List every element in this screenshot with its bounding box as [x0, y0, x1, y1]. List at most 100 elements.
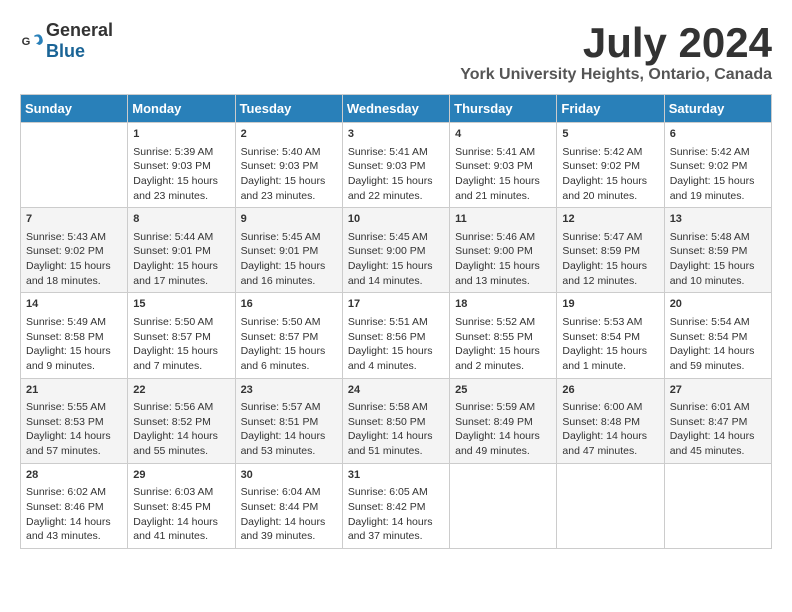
day-number: 30: [241, 468, 337, 483]
cell-content: Daylight: 14 hours: [26, 515, 122, 530]
cell-content: Sunset: 8:42 PM: [348, 500, 444, 515]
cell-content: Sunrise: 6:04 AM: [241, 485, 337, 500]
cell-content: Sunset: 9:03 PM: [133, 159, 229, 174]
cell-content: Sunset: 8:50 PM: [348, 415, 444, 430]
cell-content: Sunset: 9:02 PM: [562, 159, 658, 174]
calendar-cell: 5Sunrise: 5:42 AMSunset: 9:02 PMDaylight…: [557, 123, 664, 208]
cell-content: Daylight: 15 hours: [670, 174, 766, 189]
cell-content: Sunrise: 6:00 AM: [562, 400, 658, 415]
day-number: 16: [241, 297, 337, 312]
calendar-week-3: 14Sunrise: 5:49 AMSunset: 8:58 PMDayligh…: [21, 293, 772, 378]
location-title: York University Heights, Ontario, Canada: [460, 66, 772, 84]
cell-content: and 53 minutes.: [241, 444, 337, 459]
cell-content: Sunset: 9:03 PM: [348, 159, 444, 174]
cell-content: Sunrise: 5:42 AM: [562, 145, 658, 160]
calendar-cell: 13Sunrise: 5:48 AMSunset: 8:59 PMDayligh…: [664, 208, 771, 293]
cell-content: Sunrise: 6:03 AM: [133, 485, 229, 500]
calendar-cell: 2Sunrise: 5:40 AMSunset: 9:03 PMDaylight…: [235, 123, 342, 208]
cell-content: Sunset: 9:03 PM: [455, 159, 551, 174]
cell-content: Sunrise: 5:45 AM: [348, 230, 444, 245]
cell-content: and 17 minutes.: [133, 274, 229, 289]
cell-content: and 6 minutes.: [241, 359, 337, 374]
day-number: 1: [133, 127, 229, 142]
day-number: 10: [348, 212, 444, 227]
calendar-cell: 28Sunrise: 6:02 AMSunset: 8:46 PMDayligh…: [21, 463, 128, 548]
cell-content: Daylight: 15 hours: [562, 174, 658, 189]
cell-content: Sunrise: 5:50 AM: [241, 315, 337, 330]
calendar-cell: 15Sunrise: 5:50 AMSunset: 8:57 PMDayligh…: [128, 293, 235, 378]
day-header-saturday: Saturday: [664, 95, 771, 123]
cell-content: Sunset: 8:52 PM: [133, 415, 229, 430]
cell-content: Sunrise: 6:02 AM: [26, 485, 122, 500]
cell-content: Daylight: 15 hours: [455, 174, 551, 189]
cell-content: and 57 minutes.: [26, 444, 122, 459]
day-number: 26: [562, 383, 658, 398]
cell-content: Sunrise: 5:40 AM: [241, 145, 337, 160]
cell-content: Sunset: 8:56 PM: [348, 330, 444, 345]
calendar-cell: 1Sunrise: 5:39 AMSunset: 9:03 PMDaylight…: [128, 123, 235, 208]
cell-content: and 23 minutes.: [133, 189, 229, 204]
cell-content: and 2 minutes.: [455, 359, 551, 374]
calendar-week-1: 1Sunrise: 5:39 AMSunset: 9:03 PMDaylight…: [21, 123, 772, 208]
calendar-cell: 24Sunrise: 5:58 AMSunset: 8:50 PMDayligh…: [342, 378, 449, 463]
calendar-cell: 18Sunrise: 5:52 AMSunset: 8:55 PMDayligh…: [450, 293, 557, 378]
cell-content: Sunset: 8:53 PM: [26, 415, 122, 430]
cell-content: Daylight: 15 hours: [348, 344, 444, 359]
calendar-cell: 29Sunrise: 6:03 AMSunset: 8:45 PMDayligh…: [128, 463, 235, 548]
calendar-cell: 11Sunrise: 5:46 AMSunset: 9:00 PMDayligh…: [450, 208, 557, 293]
cell-content: and 21 minutes.: [455, 189, 551, 204]
cell-content: and 16 minutes.: [241, 274, 337, 289]
day-number: 27: [670, 383, 766, 398]
cell-content: Sunrise: 5:59 AM: [455, 400, 551, 415]
cell-content: Sunset: 8:57 PM: [133, 330, 229, 345]
cell-content: Sunset: 8:57 PM: [241, 330, 337, 345]
cell-content: Sunset: 9:03 PM: [241, 159, 337, 174]
day-number: 25: [455, 383, 551, 398]
cell-content: Daylight: 14 hours: [670, 429, 766, 444]
cell-content: and 9 minutes.: [26, 359, 122, 374]
day-header-wednesday: Wednesday: [342, 95, 449, 123]
day-number: 24: [348, 383, 444, 398]
cell-content: Sunrise: 5:42 AM: [670, 145, 766, 160]
cell-content: Daylight: 14 hours: [562, 429, 658, 444]
cell-content: and 22 minutes.: [348, 189, 444, 204]
calendar-cell: 9Sunrise: 5:45 AMSunset: 9:01 PMDaylight…: [235, 208, 342, 293]
cell-content: Daylight: 15 hours: [455, 344, 551, 359]
logo-general: General: [46, 20, 113, 40]
cell-content: and 23 minutes.: [241, 189, 337, 204]
cell-content: Daylight: 14 hours: [455, 429, 551, 444]
calendar-cell: 27Sunrise: 6:01 AMSunset: 8:47 PMDayligh…: [664, 378, 771, 463]
cell-content: and 51 minutes.: [348, 444, 444, 459]
calendar-header-row: SundayMondayTuesdayWednesdayThursdayFrid…: [21, 95, 772, 123]
calendar-cell: 4Sunrise: 5:41 AMSunset: 9:03 PMDaylight…: [450, 123, 557, 208]
day-header-tuesday: Tuesday: [235, 95, 342, 123]
cell-content: Daylight: 15 hours: [348, 174, 444, 189]
cell-content: and 7 minutes.: [133, 359, 229, 374]
cell-content: Sunset: 8:55 PM: [455, 330, 551, 345]
cell-content: Sunset: 8:54 PM: [670, 330, 766, 345]
day-number: 15: [133, 297, 229, 312]
cell-content: Sunset: 8:45 PM: [133, 500, 229, 515]
cell-content: Sunset: 9:00 PM: [348, 244, 444, 259]
cell-content: and 39 minutes.: [241, 529, 337, 544]
day-number: 22: [133, 383, 229, 398]
calendar-cell: 10Sunrise: 5:45 AMSunset: 9:00 PMDayligh…: [342, 208, 449, 293]
calendar-cell: 19Sunrise: 5:53 AMSunset: 8:54 PMDayligh…: [557, 293, 664, 378]
cell-content: Sunset: 8:46 PM: [26, 500, 122, 515]
cell-content: Sunset: 8:59 PM: [670, 244, 766, 259]
cell-content: Daylight: 14 hours: [133, 429, 229, 444]
calendar-cell: [450, 463, 557, 548]
calendar-cell: 6Sunrise: 5:42 AMSunset: 9:02 PMDaylight…: [664, 123, 771, 208]
cell-content: and 41 minutes.: [133, 529, 229, 544]
calendar-cell: 25Sunrise: 5:59 AMSunset: 8:49 PMDayligh…: [450, 378, 557, 463]
day-number: 21: [26, 383, 122, 398]
cell-content: Sunrise: 5:48 AM: [670, 230, 766, 245]
day-number: 12: [562, 212, 658, 227]
cell-content: Daylight: 15 hours: [241, 174, 337, 189]
day-number: 19: [562, 297, 658, 312]
cell-content: Sunrise: 5:50 AM: [133, 315, 229, 330]
cell-content: and 1 minute.: [562, 359, 658, 374]
cell-content: Daylight: 15 hours: [670, 259, 766, 274]
cell-content: Sunset: 8:58 PM: [26, 330, 122, 345]
calendar-cell: 3Sunrise: 5:41 AMSunset: 9:03 PMDaylight…: [342, 123, 449, 208]
